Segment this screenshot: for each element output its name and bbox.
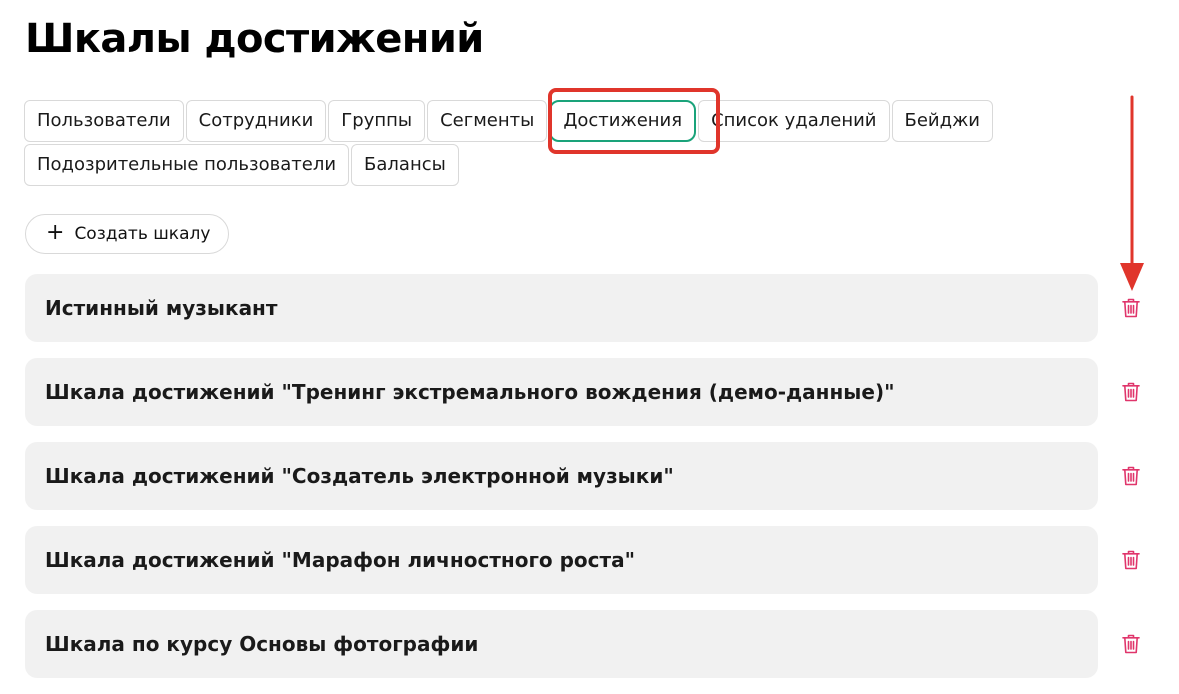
tab-balances[interactable]: Балансы xyxy=(351,144,459,186)
list-item: Шкала по курсу Основы фотографии xyxy=(25,610,1155,678)
tab-suspicious-users[interactable]: Подозрительные пользователи xyxy=(24,144,350,186)
plus-icon: + xyxy=(46,219,65,245)
trash-icon xyxy=(1122,634,1140,654)
tab-achievements[interactable]: Достижения xyxy=(549,100,697,142)
tab-groups[interactable]: Группы xyxy=(328,100,426,142)
delete-button[interactable] xyxy=(1120,464,1142,488)
tab-row-2: Подозрительные пользователи Балансы xyxy=(24,144,1044,186)
tab-row-1: Пользователи Сотрудники Группы Сегменты … xyxy=(24,100,1044,142)
list-item: Шкала достижений "Создатель электронной … xyxy=(25,442,1155,510)
scale-card[interactable]: Шкала достижений "Создатель электронной … xyxy=(25,442,1098,510)
page-title: Шкалы достижений xyxy=(25,16,484,62)
create-scale-label: Создать шкалу xyxy=(74,224,211,244)
tab-deletion-list[interactable]: Список удалений xyxy=(698,100,890,142)
scale-card[interactable]: Шкала по курсу Основы фотографии xyxy=(25,610,1098,678)
arrow-down-icon xyxy=(1120,95,1144,291)
trash-icon xyxy=(1122,466,1140,486)
delete-button[interactable] xyxy=(1120,296,1142,320)
scale-card[interactable]: Истинный музыкант xyxy=(25,274,1098,342)
tab-users[interactable]: Пользователи xyxy=(24,100,184,142)
tab-badges[interactable]: Бейджи xyxy=(891,100,993,142)
scale-card[interactable]: Шкала достижений "Марафон личностного ро… xyxy=(25,526,1098,594)
list-item: Шкала достижений "Марафон личностного ро… xyxy=(25,526,1155,594)
delete-button[interactable] xyxy=(1120,548,1142,572)
tab-bar: Пользователи Сотрудники Группы Сегменты … xyxy=(24,100,1044,188)
tab-segments[interactable]: Сегменты xyxy=(427,100,548,142)
delete-button[interactable] xyxy=(1120,632,1142,656)
scale-card[interactable]: Шкала достижений "Тренинг экстремального… xyxy=(25,358,1098,426)
scale-list: Истинный музыкант Шкала достижений "Трен… xyxy=(25,274,1155,694)
list-item: Шкала достижений "Тренинг экстремального… xyxy=(25,358,1155,426)
delete-button[interactable] xyxy=(1120,380,1142,404)
list-item: Истинный музыкант xyxy=(25,274,1155,342)
tab-employees[interactable]: Сотрудники xyxy=(185,100,327,142)
trash-icon xyxy=(1122,298,1140,318)
create-scale-button[interactable]: + Создать шкалу xyxy=(25,214,230,254)
trash-icon xyxy=(1122,382,1140,402)
trash-icon xyxy=(1122,550,1140,570)
